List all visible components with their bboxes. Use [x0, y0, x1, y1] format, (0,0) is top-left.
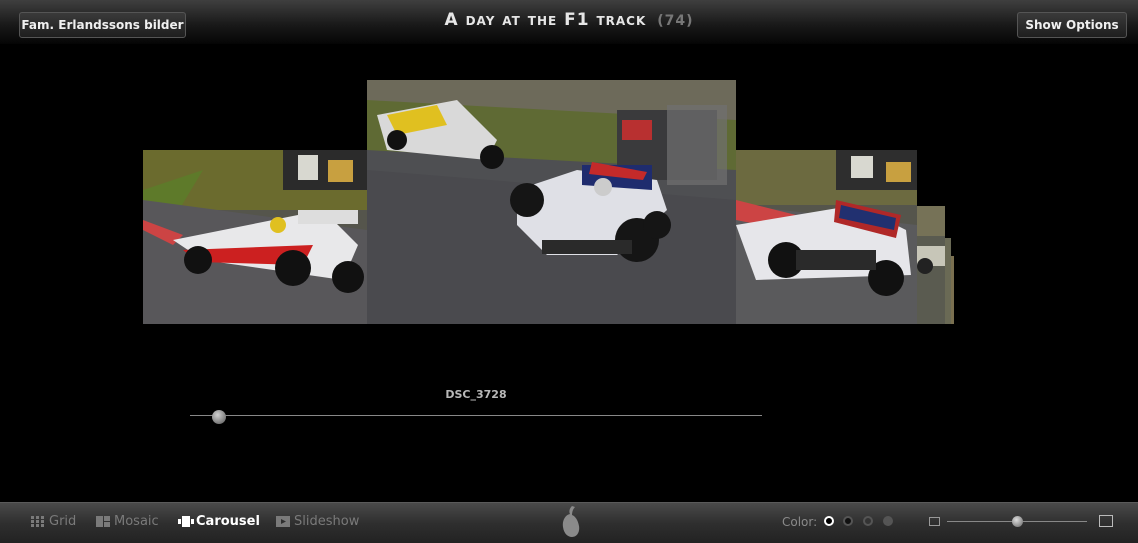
view-mode-slideshow[interactable]: Slideshow	[276, 514, 359, 529]
pear-logo-icon	[559, 504, 581, 538]
top-bar: Fam. Erlandssons bilder A day at the F1 …	[0, 0, 1138, 44]
album-title: A day at the F1 track (74)	[0, 10, 1138, 30]
carousel-scrubber-track[interactable]	[190, 415, 762, 416]
color-swatch-black[interactable]	[824, 516, 834, 526]
photo-count: (74)	[657, 13, 694, 29]
view-mode-grid[interactable]: Grid	[31, 514, 76, 529]
carousel-photo-far-1[interactable]	[917, 206, 945, 324]
carousel-photo-current[interactable]	[367, 80, 736, 324]
mosaic-icon	[96, 516, 110, 527]
slideshow-icon	[276, 516, 290, 527]
view-mode-mosaic[interactable]: Mosaic	[96, 514, 159, 529]
view-mode-carousel-label: Carousel	[196, 514, 260, 529]
grid-icon	[31, 516, 45, 527]
carousel-icon	[178, 516, 194, 527]
photo-name: DSC_3728	[445, 388, 507, 401]
carousel-photo-far-3[interactable]	[951, 256, 954, 324]
zoom-out-icon[interactable]	[929, 517, 940, 526]
show-options-button[interactable]: Show Options	[1017, 12, 1127, 38]
view-mode-mosaic-label: Mosaic	[114, 514, 159, 529]
zoom-in-icon[interactable]	[1099, 515, 1113, 527]
carousel-scrubber-knob[interactable]	[211, 410, 226, 424]
carousel-photo-right[interactable]	[736, 150, 917, 324]
zoom-slider-knob[interactable]	[1012, 516, 1023, 527]
color-label: Color:	[782, 515, 818, 529]
color-swatch-gray[interactable]	[863, 516, 873, 526]
album-title-text: A day at the F1 track	[444, 10, 647, 30]
view-mode-grid-label: Grid	[49, 514, 77, 529]
view-mode-carousel[interactable]: Carousel	[178, 514, 260, 529]
carousel-photo-left[interactable]	[143, 150, 367, 324]
color-swatch-light-gray[interactable]	[883, 516, 893, 526]
color-swatch-dark[interactable]	[843, 516, 853, 526]
view-mode-slideshow-label: Slideshow	[294, 514, 360, 529]
